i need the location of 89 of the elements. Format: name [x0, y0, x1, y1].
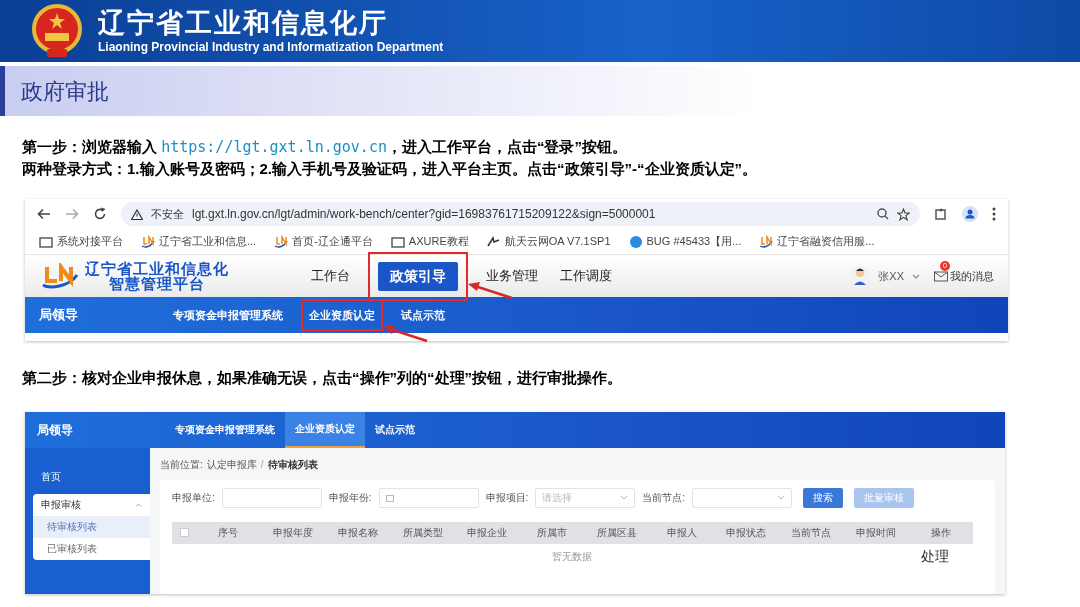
instruction-text: 第一步：浏览器输入 https://lgt.gxt.ln.gov.cn，进入工作平台，点击“登录”按钮。 [22, 137, 628, 158]
sidebar-subitem[interactable]: 已审核列表 [33, 537, 150, 560]
nav-tab[interactable]: 工作调度 [556, 262, 616, 290]
nav-tab[interactable]: 专项资金申报管理系统 [165, 411, 285, 448]
user-name[interactable]: 张XX [878, 267, 904, 285]
instruction-text: 第二步：核对企业申报休息，如果准确无误，点击“操作”列的“处理”按钮，进行审批操作。 [22, 368, 623, 388]
calendar-icon [385, 493, 394, 502]
sidebar-item-label: 申报审核 [41, 498, 81, 512]
search-icon [877, 208, 889, 220]
section-title: 政府审批 [21, 77, 109, 106]
column-header: 申报年度 [272, 526, 315, 540]
address-bar[interactable]: 不安全 lgt.gxt.ln.gov.cn/lgt/admin/work-bench/center?gid=16983761715209122&sign=5000001 [121, 202, 920, 226]
action-note: 处理 [921, 547, 949, 566]
column-header: 序号 [217, 526, 240, 540]
column-header: 申报状态 [725, 526, 768, 540]
breadcrumb-separator: / [260, 458, 264, 472]
breadcrumb-label: 当前位置: [160, 458, 203, 472]
warning-icon [131, 208, 143, 220]
profile-icon [962, 206, 978, 222]
sub-nav-link[interactable]: 试点示范 [393, 298, 453, 332]
platform-title: 辽宁省工业和信息化 [85, 261, 229, 276]
column-header: 申报名称 [336, 526, 379, 540]
column-header: 申报时间 [854, 526, 897, 540]
filter-label: 申报年份: [328, 491, 372, 505]
input-field[interactable] [221, 487, 322, 508]
callout-arrow [383, 324, 429, 343]
bookmark[interactable]: 辽宁省工业和信息... [141, 233, 257, 250]
sub-nav-link[interactable]: 企业资质认定 [301, 298, 383, 332]
nav-tab[interactable]: 企业资质认定 [285, 411, 365, 448]
filter-label: 申报单位: [172, 491, 215, 505]
menu-icon [992, 207, 996, 221]
caret-icon [777, 495, 786, 500]
url-link[interactable]: https://lgt.gxt.ln.gov.cn [161, 138, 387, 156]
empty-message: 暂无数据 [552, 550, 592, 564]
column-header: 所属市 [536, 526, 569, 540]
bookmark[interactable]: 航天云网OA V7.1SP1 [486, 233, 611, 250]
department-subtitle: Liaoning Provincial Industry and Informatization Department [98, 39, 444, 55]
reload-icon [93, 207, 107, 221]
url-text[interactable]: lgt.gxt.ln.gov.cn/lgt/admin/work-bench/center?gid=16983761715209122&sign=5000001 [192, 205, 656, 223]
forward-icon [65, 208, 79, 220]
security-label[interactable]: 不安全 [151, 205, 184, 223]
site-icon [759, 234, 774, 249]
nav-tab[interactable]: 工作台 [307, 262, 354, 290]
user-avatar-icon [850, 265, 871, 287]
column-header: 操作 [929, 526, 952, 540]
bookmark[interactable]: 系统对接平台 [39, 233, 123, 250]
column-header: 当前节点 [790, 526, 833, 540]
column-header: 申报企业 [466, 526, 509, 540]
filter-label: 当前节点: [642, 491, 686, 505]
envelope-icon [934, 270, 948, 282]
back-icon [37, 208, 51, 220]
emblem-drawing [32, 3, 82, 59]
dropdown-field[interactable] [692, 487, 793, 508]
bookmark[interactable]: 辽宁省融资信用服... [759, 233, 875, 250]
bookmark[interactable]: BUG #45433【用... [628, 233, 742, 250]
role-label: 局领导 [39, 306, 79, 325]
filter-label: 申报项目: [485, 491, 529, 505]
breadcrumb-current: 待审核列表 [267, 458, 318, 472]
column-header: 申报人 [665, 526, 698, 540]
field-placeholder: 请选择 [542, 491, 573, 505]
nav-tab[interactable]: 业务管理 [482, 262, 542, 290]
action-button[interactable]: 搜索 [803, 487, 844, 508]
sidebar-item[interactable]: 申报审核 [33, 493, 150, 516]
caret-icon [620, 495, 629, 500]
sidebar-item[interactable]: 首页 [25, 465, 150, 488]
site-icon [274, 234, 289, 249]
nav-tab[interactable]: 政策引导 [378, 261, 458, 291]
platform-subtitle: 智慧管理平台 [109, 276, 205, 291]
column-header: 所属区县 [595, 526, 638, 540]
instruction-text: 两种登录方式：1.输入账号及密码；2.输入手机号及验证码，进入平台主页。点击“政策引导”-“企业资质认定”。 [22, 159, 758, 179]
bookmark[interactable]: AXURE教程 [390, 233, 469, 250]
puzzle-icon [934, 207, 948, 221]
messages-link[interactable]: 我的消息 [950, 267, 994, 285]
sidebar-subitem[interactable]: 待审核列表 [33, 515, 150, 538]
folder-icon [390, 234, 405, 249]
bookmark[interactable]: 首页-辽企通平台 [274, 233, 373, 250]
dropdown-caret-icon [912, 273, 920, 279]
sub-nav-link[interactable]: 专项资金申报管理系统 [165, 298, 291, 332]
caret-icon [135, 502, 142, 507]
department-title: 辽宁省工业和信息化厅 [98, 7, 389, 39]
site-icon [141, 234, 155, 249]
select-all-checkbox[interactable] [179, 528, 189, 537]
column-header: 所属类型 [401, 526, 444, 540]
nav-tab[interactable]: 试点示范 [365, 411, 425, 448]
role-label: 局领导 [37, 421, 74, 439]
folder-icon [39, 234, 53, 249]
breadcrumb-link[interactable]: 认定申报库 [206, 457, 257, 472]
star-icon [897, 207, 910, 221]
date-field[interactable] [378, 487, 479, 508]
